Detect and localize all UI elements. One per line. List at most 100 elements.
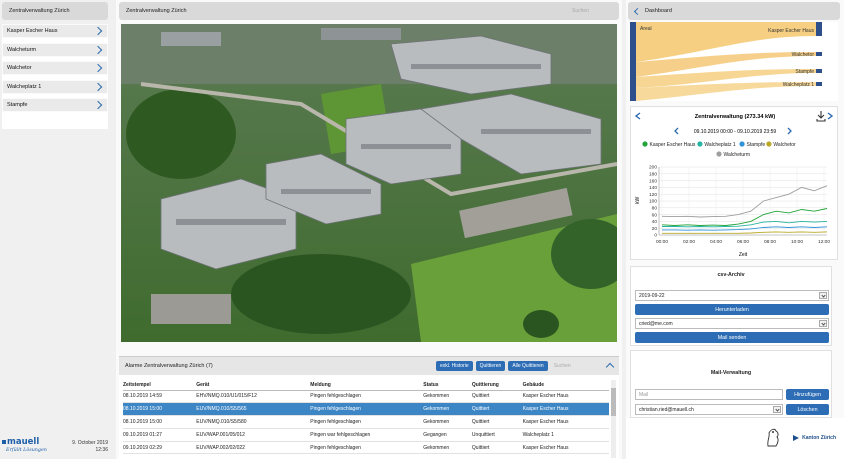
sankey-target-label: Walchetor [792, 52, 815, 58]
power-chart-card: Zentralverwaltung (273.34 kW) 09.10.2019… [630, 106, 838, 260]
x-tick-label: 02:00 [683, 239, 695, 245]
legend-marker[interactable] [697, 141, 703, 147]
legend-label[interactable]: Kasper Escher Haus [650, 142, 696, 148]
search-input[interactable]: Suchen [572, 8, 589, 14]
mail-list-select[interactable]: christian.ried@mauell.ch [635, 404, 783, 415]
column-header[interactable]: Gebäude [522, 380, 609, 391]
series-line [662, 226, 828, 231]
building-label: Walcheplatz 1 [7, 83, 42, 90]
cell-building: Kasper Escher Haus [522, 441, 609, 455]
chevron-right-icon [93, 82, 103, 91]
selected-email: christian.ried@mauell.ch [639, 406, 694, 413]
building-item-kasper-escher-haus[interactable]: Kasper Escher Haus [2, 24, 108, 38]
alarms-title: Alarme Zentralverwaltung Zürich (7) [125, 363, 213, 369]
table-row[interactable]: 09.10.2019 02:29 EUV/WAP.002/02/022 Ping… [123, 441, 609, 455]
chevron-down-icon[interactable] [819, 292, 827, 299]
chevron-down-icon[interactable] [819, 320, 827, 327]
lion-emblem-icon [767, 428, 779, 447]
column-header[interactable]: Meldung [310, 380, 424, 391]
x-axis-label: Zeit [739, 252, 748, 258]
dashboard-header[interactable]: Dashboard [628, 2, 840, 20]
chart-series [661, 185, 828, 234]
archive-date-select[interactable]: 2019-09-22 [635, 290, 829, 301]
table-row[interactable]: 09.10.2019 01:27 EUV/WAP.001/05/012 Ping… [123, 428, 609, 442]
table-row[interactable]: 08.10.2019 15:00 EUV/NMQ.010/S5/580 Ping… [123, 415, 609, 429]
kanton-label: Kanton Zürich [802, 435, 836, 441]
power-chart: Zentralverwaltung (273.34 kW) 09.10.2019… [634, 111, 834, 258]
cell-message: Pingen war fehlgeschlagen [310, 428, 424, 442]
mail-management-card: Mail-Verwaltung Mail Hinzufügen christia… [630, 350, 832, 418]
alarms-search-input[interactable]: Suchen [554, 363, 571, 369]
building-item-walcheplatz-1[interactable]: Walcheplatz 1 [2, 79, 108, 94]
mauell-logo: mauell [2, 437, 39, 447]
current-date: 9. October 2019 [72, 440, 108, 446]
y-tick-label: 140 [649, 185, 657, 191]
acknowledge-button[interactable]: Quittieren [475, 361, 506, 371]
building-label: Kasper Escher Haus [7, 28, 58, 34]
table-row-selected[interactable]: 08.10.2019 15:00 EUV/NMQ.010/S5/565 Ping… [123, 402, 609, 417]
series-line [662, 220, 828, 228]
alarms-table: Zeitstempel Gerät Meldung Status Quittie… [123, 380, 609, 455]
x-tick-label: 06:00 [737, 239, 749, 245]
legend-label[interactable]: Walchetor [773, 142, 796, 148]
site-title: Zentralverwaltung Zürich [2, 2, 108, 20]
email-select[interactable]: cried@me.com [635, 318, 829, 329]
chevron-right-icon [93, 63, 103, 73]
date-next-icon[interactable] [787, 127, 792, 135]
legend-marker[interactable] [716, 151, 722, 157]
building-item-stampfe[interactable]: Stampfe [2, 98, 108, 112]
legend-label[interactable]: Stampfe [747, 142, 766, 148]
cell-time: 08.10.2019 15:00 [123, 402, 197, 417]
add-mail-button[interactable]: Hinzufügen [786, 389, 829, 400]
cell-device: EUV/NMQ.010/S5/580 [196, 415, 311, 429]
sankey-target-label: Walcheplatz 1 [783, 82, 814, 88]
building-item-walcheturm[interactable]: Walcheturm [2, 42, 108, 57]
download-icon[interactable] [816, 111, 826, 122]
legend-label[interactable]: Walcheplatz 1 [704, 142, 735, 148]
legend-marker[interactable] [766, 141, 772, 147]
column-header[interactable]: Gerät [196, 380, 311, 391]
delete-mail-button[interactable]: Löschen [786, 404, 829, 415]
csv-archive-title: csv-Archiv [717, 272, 745, 278]
cell-message: Pingen fehlgeschlagen [310, 415, 424, 429]
chevron-up-icon[interactable] [605, 362, 615, 372]
legend-marker[interactable] [739, 141, 745, 147]
chevron-left-icon[interactable] [633, 7, 642, 15]
cell-ack: Quittiert [471, 415, 523, 429]
building-label: Stampfe [7, 102, 28, 108]
x-tick-label: 04:00 [710, 239, 722, 245]
campus-aerial-photo [121, 24, 617, 342]
chevron-down-icon[interactable] [773, 406, 781, 413]
y-tick-label: 0 [654, 233, 657, 239]
cell-time: 08.10.2019 15:00 [123, 415, 197, 429]
date-range[interactable]: 09.10.2019 00:00 - 09.10.2019 23:59 [694, 129, 777, 135]
legend-marker[interactable] [642, 141, 648, 147]
chart-prev-icon[interactable] [634, 112, 641, 120]
date-prev-icon[interactable] [674, 127, 679, 135]
column-header[interactable]: Status [423, 380, 472, 391]
table-row[interactable]: 08.10.2019 14:59 EHV/NMQ.010/U1/015/F12 … [123, 390, 609, 404]
send-mail-button[interactable]: Mail senden [635, 332, 829, 343]
acknowledge-all-button[interactable]: Alle Quittieren [508, 361, 548, 371]
y-tick-label: 60 [652, 212, 658, 218]
scrollbar-thumb[interactable] [611, 388, 616, 416]
y-tick-label: 20 [652, 226, 658, 232]
building-item-walchetor[interactable]: Walchetor [2, 61, 108, 75]
legend-label[interactable]: Walcheturm [724, 152, 751, 158]
mail-input[interactable]: Mail [635, 389, 783, 400]
column-header[interactable]: Quittierung [471, 380, 523, 391]
main-header: Zentralverwaltung Zürich Suchen [119, 2, 619, 20]
exclude-history-button[interactable]: exkl. Historie [436, 361, 473, 371]
y-tick-label: 100 [649, 199, 657, 205]
cell-status: Gekommen [423, 390, 472, 404]
cell-ack: Quittiert [471, 390, 523, 404]
y-tick-label: 200 [649, 165, 657, 171]
archive-date-value: 2019-09-22 [639, 292, 665, 299]
column-header[interactable]: Zeitstempel [123, 380, 197, 391]
x-tick-label: 00:00 [656, 239, 668, 245]
y-tick-label: 180 [649, 172, 657, 178]
dashboard-label: Dashboard [645, 8, 672, 14]
download-button[interactable]: Herunterladen [635, 304, 829, 315]
alarms-scrollbar[interactable] [611, 380, 616, 458]
chart-next-icon[interactable] [827, 112, 834, 120]
